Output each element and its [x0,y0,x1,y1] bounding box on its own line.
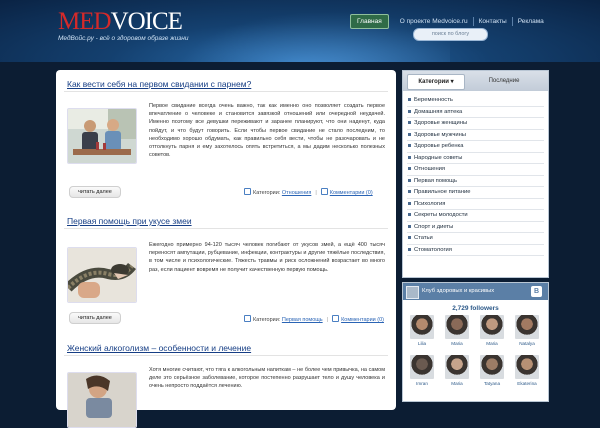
vk-widget: Клуб здоровых и красивых B 2,729 followe… [402,282,549,402]
post-image-dating[interactable] [67,108,137,164]
caret-down-icon: ▾ [450,79,454,85]
sidebar-category-item[interactable]: Домашняя аптека [407,107,544,118]
main-content: Как вести себя на первом свидании с парн… [56,70,396,428]
vk-followers-count: 2,729 followers [452,305,499,312]
read-more-button-2[interactable]: читать далее [69,312,121,324]
sidebar-category-item[interactable]: Стоматология [407,245,544,256]
vk-member-name[interactable]: Imran [407,381,437,386]
nav-ads[interactable]: Реклама [513,17,549,26]
sidebar-category-item[interactable]: Правильное питание [407,187,544,199]
nav-contacts[interactable]: Контакты [474,17,513,26]
vk-group-name[interactable]: Клуб здоровых и красивых [422,288,494,294]
post-excerpt-2: Ежегодно примерно 94-120 тысяч человек п… [149,242,385,273]
category-link[interactable]: Первая помощь [282,317,323,323]
logo-part-1: MED [58,8,112,35]
folder-icon [244,188,251,195]
folder-icon [244,315,251,322]
category-list: Беременность Домашняя аптека Здоровье женщ… [407,95,544,256]
post-meta-1: Категории: Отношения | Комментарии (0) [244,188,373,196]
post-title-1[interactable]: Как вести себя на первом свидании с парн… [67,79,251,89]
sidebar-category-item[interactable]: Народные советы [407,153,544,164]
vk-group-avatar[interactable] [406,286,419,299]
header-decoration [150,0,450,62]
vk-member-name[interactable]: Maria [477,341,507,346]
comments-link[interactable]: Комментарии (0) [330,190,373,196]
vk-member-name[interactable]: Maria [442,341,472,346]
post-image-snake[interactable] [67,247,137,303]
sidebar-category-item[interactable]: Спорт и диеты [407,222,544,233]
sidebar-widget: Категории ▾ Последние Беременность Домашн… [402,70,549,278]
top-nav: Главная О проекте Medvoice.ru Контакты Р… [350,14,549,29]
nav-about[interactable]: О проекте Medvoice.ru [395,17,474,26]
divider [64,228,388,229]
site-logo[interactable]: MEDVOICE [58,8,183,35]
vk-member-avatar[interactable] [480,315,504,339]
vk-member-name[interactable]: Ekaterina [512,381,542,386]
logo-part-2: VOICE [110,8,183,35]
vk-member[interactable]: Maria [442,355,472,386]
comments-link[interactable]: Комментарии (0) [341,317,384,323]
vk-member-name[interactable]: Natalya [512,341,542,346]
vk-member-name[interactable]: Lilia [407,341,437,346]
sidebar-tabs: Категории ▾ Последние [403,71,548,91]
vk-member-name[interactable]: Maria [442,381,472,386]
nav-home[interactable]: Главная [350,14,389,29]
sidebar-category-item[interactable]: Здоровье ребенка [407,141,544,153]
divider [64,91,388,92]
tab-recent[interactable]: Последние [473,74,535,88]
category-link[interactable]: Отношения [282,190,311,196]
meta-separator: | [315,190,317,196]
vk-member-avatar[interactable] [480,355,504,379]
sidebar-category-item[interactable]: Беременность [407,95,544,107]
comment-icon [320,188,328,195]
sidebar-category-item[interactable]: Здоровье мужчины [407,130,544,141]
category-label: Категории: [253,190,281,196]
vk-member-avatar[interactable] [410,315,434,339]
vk-member-avatar[interactable] [410,355,434,379]
comment-icon [332,315,340,322]
vk-member[interactable]: Natalya [512,315,542,346]
site-tagline: МедВойс.ру - всё о здоровом образе жизни [58,35,189,42]
vk-member[interactable]: Imran [407,355,437,386]
site-header: MEDVOICE МедВойс.ру - всё о здоровом обр… [0,0,600,62]
post-excerpt-1: Первое свидание всегда очень важно, так … [149,103,385,159]
sidebar-category-item[interactable]: Отношения [407,164,544,176]
tab-categories-label: Категории [418,79,449,85]
category-label: Категории: [253,317,281,323]
vk-member-avatar[interactable] [445,355,469,379]
vk-header: Клуб здоровых и красивых B [403,283,548,300]
vk-member[interactable]: Maria [442,315,472,346]
vk-member-name[interactable]: Tatyana [477,381,507,386]
post-meta-2: Категории: Первая помощь | Комментарии (0) [244,315,384,323]
tab-categories[interactable]: Категории ▾ [407,74,465,90]
vk-member[interactable]: Maria [477,315,507,346]
sidebar-category-item[interactable]: Статьи [407,233,544,245]
vk-member-avatar[interactable] [445,315,469,339]
sidebar-category-item[interactable]: Первая помощь [407,176,544,187]
post-title-2[interactable]: Первая помощь при укусе змеи [67,216,192,226]
search-input[interactable]: поиск по блогу [413,28,488,41]
post-excerpt-3: Хотя многие считают, что тяга к алкоголь… [149,367,385,390]
sidebar-category-item[interactable]: Здоровье женщины [407,118,544,130]
post-title-3[interactable]: Женский алкоголизм – особенности и лечен… [67,343,251,353]
meta-separator: | [326,317,329,323]
vk-member[interactable]: Lilia [407,315,437,346]
vk-member[interactable]: Tatyana [477,355,507,386]
vk-member[interactable]: Ekaterina [512,355,542,386]
read-more-button-1[interactable]: читать далее [69,186,121,198]
sidebar-category-item[interactable]: Секреты молодости [407,210,544,222]
divider [64,355,388,356]
post-image-alcohol[interactable] [67,372,137,428]
vk-member-avatar[interactable] [515,355,539,379]
vk-member-avatar[interactable] [515,315,539,339]
sidebar-category-item[interactable]: Психология [407,199,544,210]
vk-logo-icon[interactable]: B [531,286,542,297]
